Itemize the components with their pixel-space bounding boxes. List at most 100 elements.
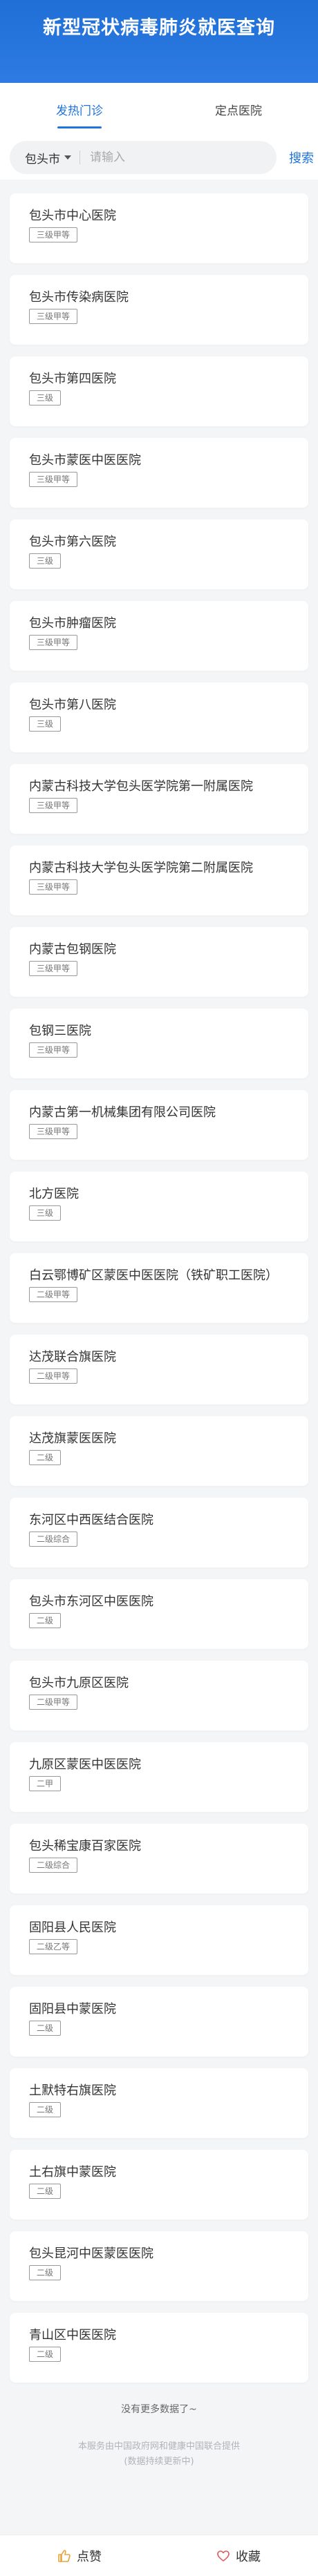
hospital-level-badge: 二级甲等	[29, 1287, 78, 1302]
hospital-name: 包头市第四医院	[29, 372, 116, 386]
list-end-text: 没有更多数据了~	[121, 2404, 197, 2415]
hospital-card[interactable]: 北方医院 三级	[10, 1172, 308, 1241]
favorite-label: 收藏	[236, 2549, 261, 2564]
hospital-level-badge: 二级甲等	[29, 1695, 78, 1710]
hospital-level-badge: 三级甲等	[29, 227, 78, 242]
hospital-name: 内蒙古第一机械集团有限公司医院	[29, 1105, 216, 1120]
hospital-level-badge: 二级	[29, 1613, 62, 1628]
hospital-name: 东河区中西医结合医院	[29, 1513, 153, 1527]
header: 新型冠状病毒肺炎就医查询	[0, 0, 318, 83]
heart-icon	[217, 2550, 230, 2561]
like-button[interactable]: 点赞	[0, 2547, 159, 2565]
hospital-name: 土默特右旗医院	[29, 2083, 116, 2098]
hospital-name: 包钢三医院	[29, 1024, 91, 1038]
tab-bar: 发热门诊 定点医院	[0, 83, 318, 135]
hospital-level-badge: 三级甲等	[29, 472, 78, 487]
hospital-name: 白云鄂博矿区蒙医中医医院（铁矿职工医院）	[29, 1268, 278, 1283]
hospital-level-badge: 二级	[29, 2102, 62, 2117]
hospital-level-badge: 三级甲等	[29, 1042, 78, 1058]
hospital-name: 包头市九原区医院	[29, 1676, 129, 1690]
hospital-card[interactable]: 内蒙古第一机械集团有限公司医院 三级甲等	[10, 1090, 308, 1160]
hospital-level-badge: 三级甲等	[29, 309, 78, 324]
hospital-level-badge: 二级	[29, 1450, 62, 1465]
hospital-level-badge: 二级乙等	[29, 1939, 78, 1954]
tab-fever-clinic[interactable]: 发热门诊	[0, 83, 159, 135]
hospital-card[interactable]: 包头稀宝康百家医院 二级综合	[10, 1824, 308, 1893]
hospital-name: 达茂联合旗医院	[29, 1350, 116, 1364]
hospital-name: 包头市蒙医中医医院	[29, 453, 141, 468]
favorite-button[interactable]: 收藏	[159, 2547, 318, 2565]
city-select[interactable]: 包头市	[25, 149, 71, 166]
hospital-name: 土右旗中蒙医院	[29, 2165, 116, 2179]
hospital-level-badge: 三级甲等	[29, 1124, 78, 1139]
footer-bar: 点赞 收藏	[0, 2535, 318, 2576]
hospital-card[interactable]: 包头市传染病医院 三级甲等	[10, 275, 308, 345]
hospital-level-badge: 三级甲等	[29, 879, 78, 895]
hospital-card[interactable]: 青山区中医医院 二级	[10, 2313, 308, 2383]
hospital-level-badge: 三级甲等	[29, 635, 78, 650]
hospital-level-badge: 二级	[29, 2021, 62, 2036]
hospital-card[interactable]: 土默特右旗医院 二级	[10, 2068, 308, 2138]
hospital-card[interactable]: 包头市肿瘤医院 三级甲等	[10, 601, 308, 671]
hospital-level-badge: 二级综合	[29, 1858, 78, 1873]
page: 新型冠状病毒肺炎就医查询 发热门诊 定点医院 包头市 搜索 包头市中心医院三级甲…	[0, 0, 318, 2576]
hospital-level-badge: 三级	[29, 390, 62, 406]
hospital-card[interactable]: 包头市蒙医中医医院 三级甲等	[10, 438, 308, 508]
like-label: 点赞	[77, 2549, 102, 2564]
hospital-name: 北方医院	[29, 1187, 79, 1201]
tab-designated-hospital[interactable]: 定点医院	[159, 83, 318, 135]
thumbs-up-icon	[58, 2549, 71, 2562]
hospital-name: 九原区蒙医中医医院	[29, 1757, 141, 1772]
hospital-card[interactable]: 内蒙古包钢医院 三级甲等	[10, 927, 308, 997]
hospital-name: 包头市东河区中医医院	[29, 1594, 153, 1609]
search-input[interactable]	[90, 151, 228, 164]
search-box: 包头市	[10, 141, 277, 174]
hospital-card[interactable]: 内蒙古科技大学包头医学院第二附属医院 三级甲等	[10, 846, 308, 915]
source-note: 本服务由中国政府网和健康中国联合提供 (数据持续更新中)	[0, 2439, 318, 2470]
hospital-card[interactable]: 东河区中西医结合医院 二级综合	[10, 1498, 308, 1567]
hospital-level-badge: 三级	[29, 716, 62, 732]
hospital-card[interactable]: 包头市中心医院 三级甲等	[10, 193, 308, 263]
caret-down-icon	[64, 155, 71, 160]
hospital-name: 包头昆河中医蒙医医院	[29, 2246, 153, 2261]
hospital-level-badge: 二级	[29, 2347, 62, 2362]
hospital-card[interactable]: 包头市第八医院 三级	[10, 683, 308, 752]
hospital-name: 青山区中医医院	[29, 2328, 116, 2343]
source-line: (数据持续更新中)	[124, 2456, 194, 2467]
hospital-name: 包头市传染病医院	[29, 290, 129, 305]
hospital-level-badge: 二级甲等	[29, 1368, 78, 1384]
hospital-level-badge: 三级	[29, 553, 62, 569]
hospital-card[interactable]: 包头市第六医院 三级	[10, 519, 308, 589]
hospital-level-badge: 三级	[29, 1205, 62, 1221]
source-line: 本服务由中国政府网和健康中国联合提供	[77, 2441, 240, 2452]
city-select-label: 包头市	[25, 152, 60, 166]
hospital-list: 包头市中心医院 三级甲等 包头市传染病医院 三级甲等 包头市第四医院 三级 包头市蒙医中医医…	[0, 180, 318, 2383]
hospital-card[interactable]: 包头市九原区医院 二级甲等	[10, 1661, 308, 1730]
hospital-card[interactable]: 白云鄂博矿区蒙医中医医院（铁矿职工医院） 二级甲等	[10, 1253, 308, 1323]
hospital-level-badge: 二甲	[29, 1776, 62, 1791]
hospital-card[interactable]: 固阳县中蒙医院 二级	[10, 1987, 308, 2057]
hospital-name: 包头稀宝康百家医院	[29, 1839, 141, 1853]
hospital-card[interactable]: 固阳县人民医院 二级乙等	[10, 1905, 308, 1975]
hospital-name: 包头市第六医院	[29, 535, 116, 549]
hospital-card[interactable]: 包钢三医院 三级甲等	[10, 1009, 308, 1078]
hospital-card[interactable]: 达茂联合旗医院 二级甲等	[10, 1335, 308, 1404]
search-button[interactable]: 搜索	[289, 149, 314, 166]
hospital-card[interactable]: 九原区蒙医中医医院 二甲	[10, 1742, 308, 1812]
hospital-level-badge: 三级甲等	[29, 961, 78, 976]
hospital-level-badge: 二级综合	[29, 1532, 78, 1547]
hospital-name: 内蒙古科技大学包头医学院第一附属医院	[29, 779, 253, 794]
hospital-level-badge: 二级	[29, 2265, 62, 2280]
hospital-name: 固阳县中蒙医院	[29, 2002, 116, 2016]
hospital-card[interactable]: 达茂旗蒙医医院 二级	[10, 1416, 308, 1486]
hospital-card[interactable]: 包头市第四医院 三级	[10, 356, 308, 426]
hospital-card[interactable]: 包头市东河区中医医院 二级	[10, 1579, 308, 1649]
hospital-level-badge: 二级	[29, 2184, 62, 2199]
hospital-name: 内蒙古科技大学包头医学院第二附属医院	[29, 861, 253, 875]
hospital-name: 包头市肿瘤医院	[29, 616, 116, 631]
hospital-name: 包头市第八医院	[29, 698, 116, 712]
hospital-card[interactable]: 土右旗中蒙医院 二级	[10, 2150, 308, 2220]
hospital-level-badge: 三级甲等	[29, 798, 78, 813]
hospital-card[interactable]: 包头昆河中医蒙医医院 二级	[10, 2231, 308, 2301]
hospital-card[interactable]: 内蒙古科技大学包头医学院第一附属医院 三级甲等	[10, 764, 308, 834]
